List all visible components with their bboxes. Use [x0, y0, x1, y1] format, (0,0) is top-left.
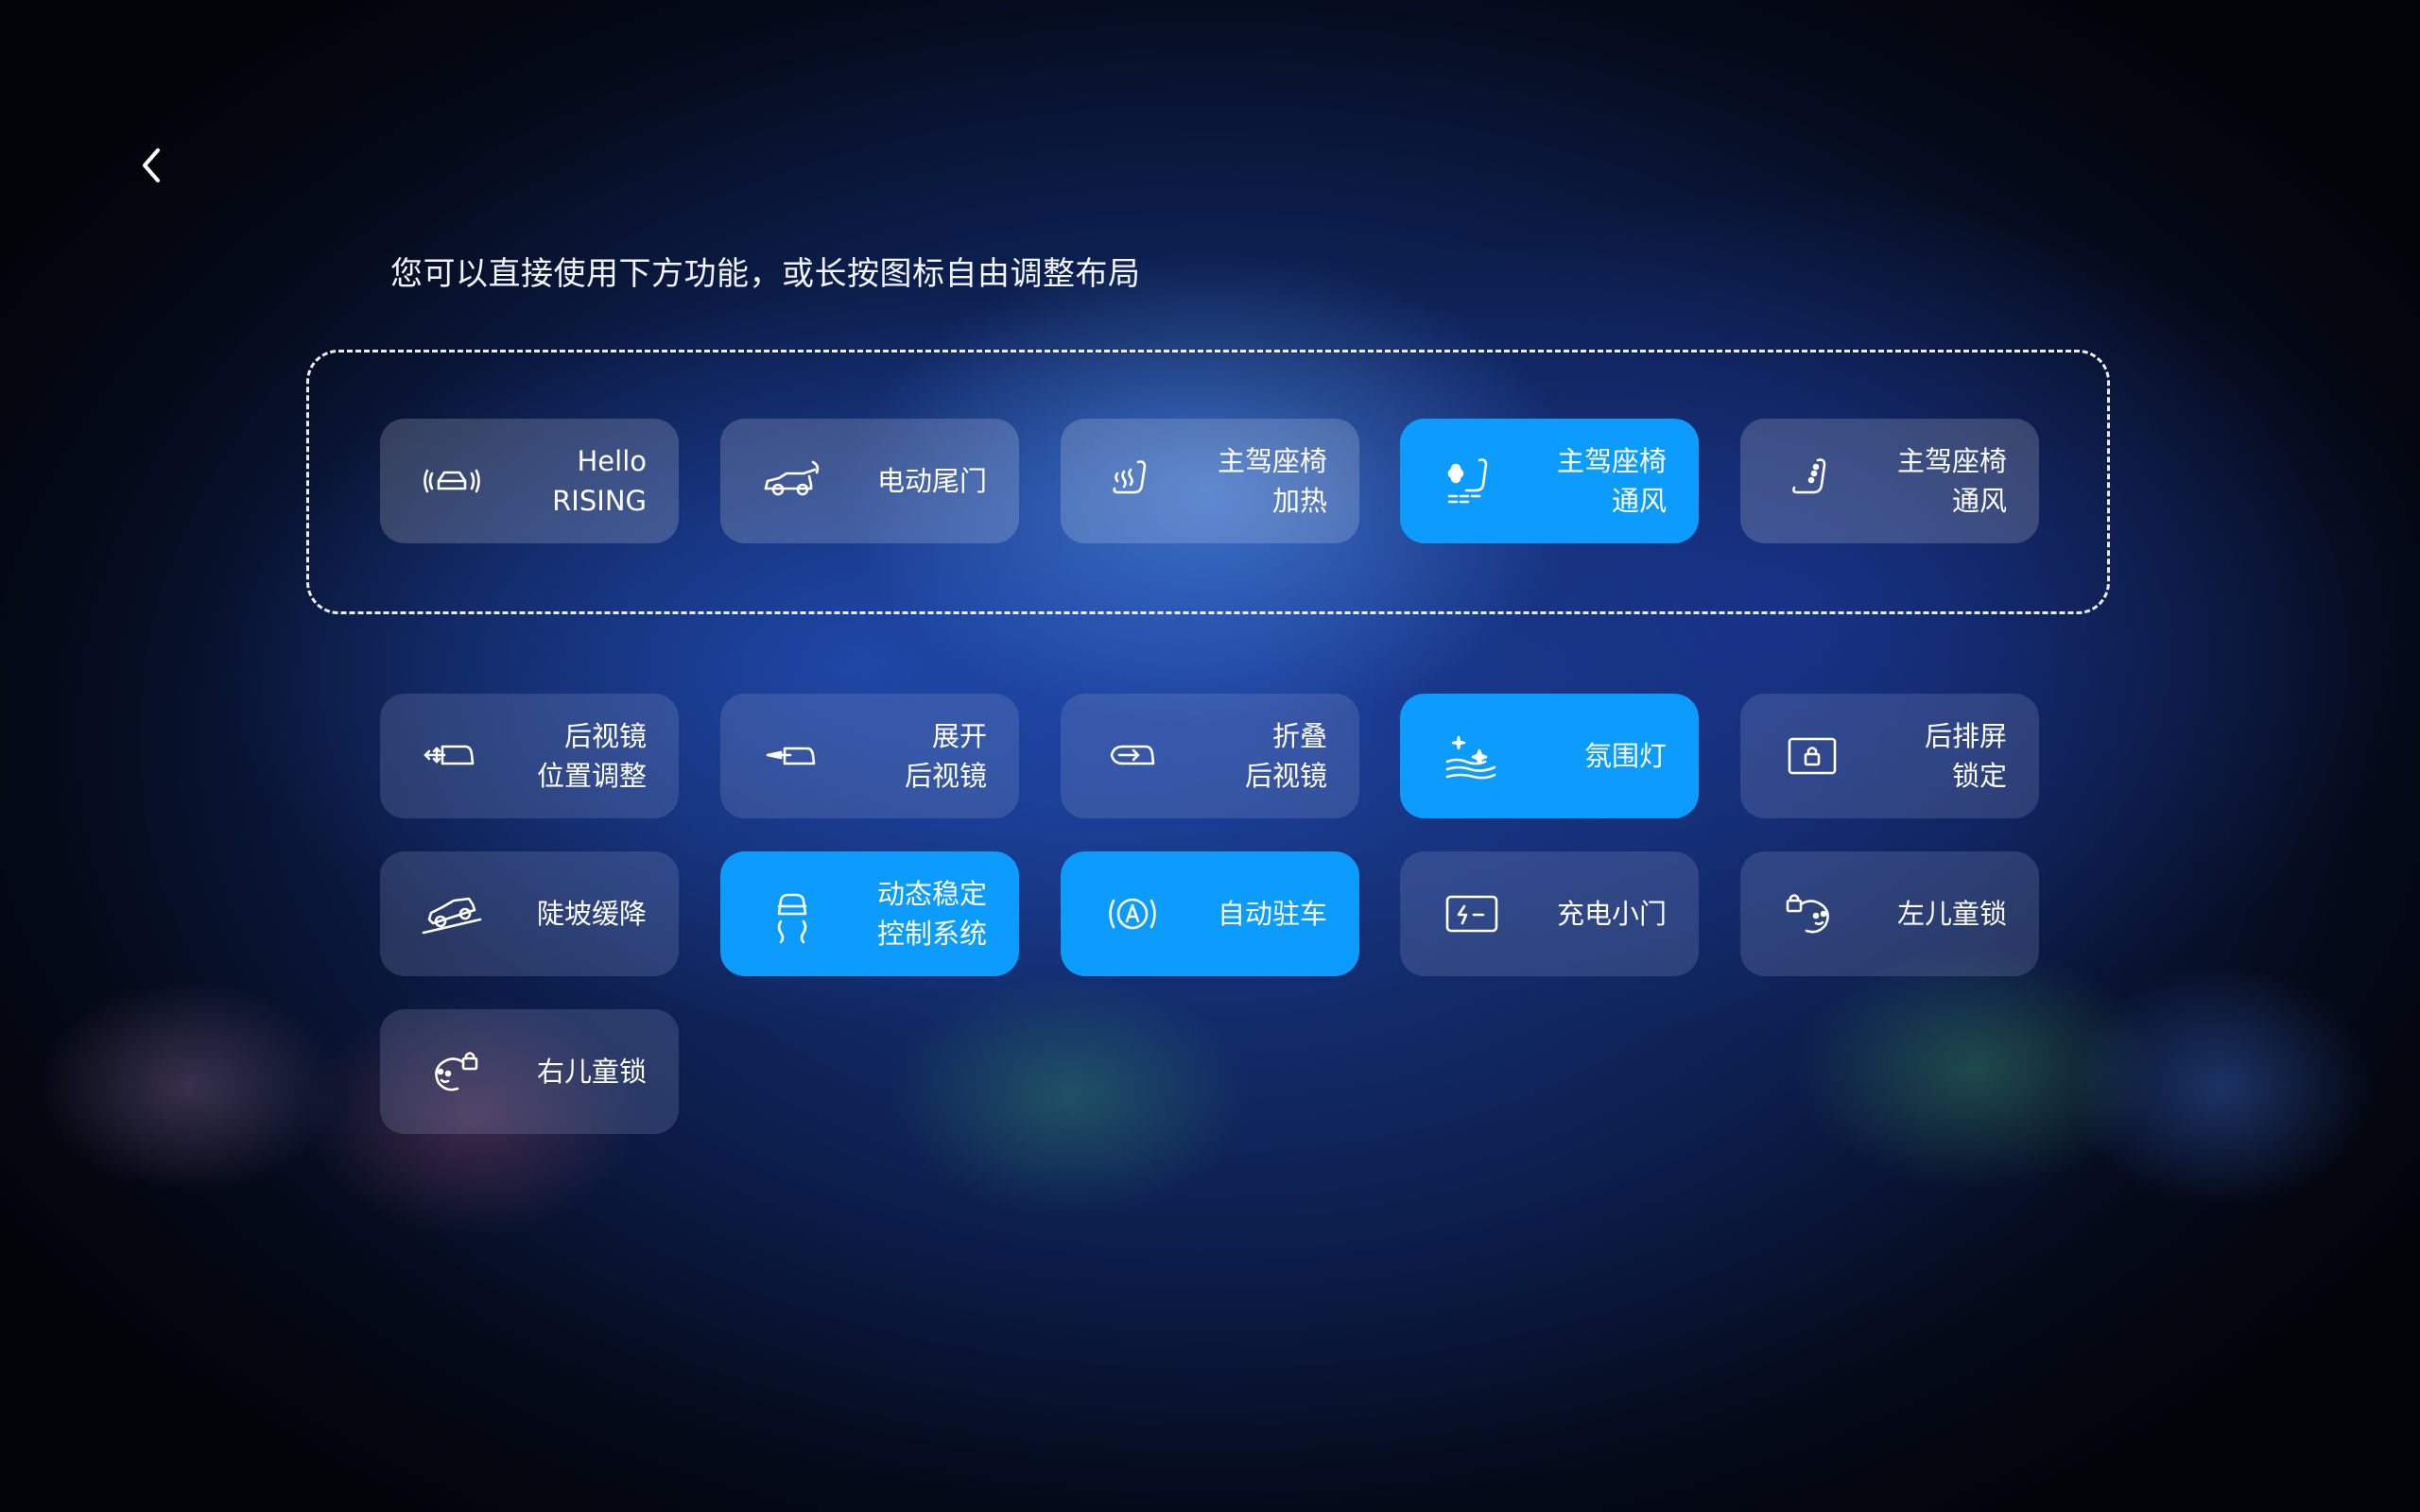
tile-left-child-lock[interactable]: 左儿童锁 — [1740, 851, 2039, 976]
mirror-fold-icon — [1100, 724, 1165, 788]
tile-label-line1: 动态稳定 — [876, 878, 987, 910]
ambient-light-icon — [1440, 724, 1504, 788]
tile-label-line2: 位置调整 — [536, 760, 647, 792]
tile-label-line1: 左儿童锁 — [1896, 898, 2007, 930]
tile-label-line1: 主驾座椅 — [1896, 445, 2007, 477]
rear-screen-lock-icon — [1780, 724, 1844, 788]
tile-label-line2: 通风 — [1951, 485, 2007, 517]
tile-label-line1: 主驾座椅 — [1217, 445, 1327, 477]
back-button[interactable] — [132, 142, 170, 189]
mirror-adjust-icon — [420, 724, 484, 788]
charge-port-icon — [1440, 882, 1504, 946]
mirror-unfold-icon — [760, 724, 824, 788]
tile-label-line1: 后视镜 — [563, 720, 647, 752]
tile-label-line1: 充电小门 — [1556, 898, 1667, 930]
tile-label-line2: 控制系统 — [876, 918, 987, 950]
tile-label-line2: 加热 — [1271, 485, 1327, 517]
stability-control-icon — [760, 882, 824, 946]
tile-label-line1: 电动尾门 — [876, 465, 987, 497]
tile-right-child-lock[interactable]: 右儿童锁 — [380, 1009, 679, 1134]
tile-mirror-unfold[interactable]: 展开后视镜 — [720, 694, 1019, 818]
tile-seat-ventilation[interactable]: 主驾座椅通风 — [1740, 419, 2039, 543]
tile-label-line1: 后排屏 — [1924, 720, 2007, 752]
tile-label-line2: 后视镜 — [1244, 760, 1327, 792]
auto-hold-icon — [1100, 882, 1165, 946]
tile-label-line1: 右儿童锁 — [536, 1056, 647, 1088]
tile-ambient-light[interactable]: 氛围灯 — [1400, 694, 1699, 818]
instruction-text: 您可以直接使用下方功能，或长按图标自由调整布局 — [390, 255, 1141, 293]
chevron-left-icon — [143, 148, 160, 182]
tile-charge-port[interactable]: 充电小门 — [1400, 851, 1699, 976]
tile-label-line1: 主驾座椅 — [1556, 445, 1667, 477]
tile-label-line1: 氛围灯 — [1583, 740, 1667, 772]
tile-label-line1: 自动驻车 — [1217, 898, 1327, 930]
tile-mirror-adjust[interactable]: 后视镜位置调整 — [380, 694, 679, 818]
seat-heating-icon — [1100, 449, 1165, 513]
tile-label-line2: 锁定 — [1951, 760, 2007, 792]
tile-hello-rising[interactable]: Hello RISING — [380, 419, 679, 543]
tile-mirror-fold[interactable]: 折叠后视镜 — [1061, 694, 1359, 818]
tile-auto-hold[interactable]: 自动驻车 — [1061, 851, 1359, 976]
seat-ventilation-icon — [1440, 449, 1504, 513]
tile-label-line1: 折叠 — [1271, 720, 1327, 752]
tile-label-line2: 后视镜 — [904, 760, 987, 792]
tile-power-tailgate[interactable]: 电动尾门 — [720, 419, 1019, 543]
tile-stability-control[interactable]: 动态稳定 控制系统 — [720, 851, 1019, 976]
tile-label-line1: Hello — [577, 445, 647, 477]
hello-rising-icon — [420, 449, 484, 513]
tile-label-line2: 通风 — [1611, 485, 1667, 517]
right-child-lock-icon — [420, 1040, 484, 1104]
tile-label-line1: 陡坡缓降 — [536, 898, 647, 930]
tile-label-line2: RISING — [552, 485, 647, 517]
tile-seat-ventilation-active[interactable]: 主驾座椅通风 — [1400, 419, 1699, 543]
tile-label-line1: 展开 — [931, 720, 987, 752]
hill-descent-icon — [420, 882, 484, 946]
power-tailgate-icon — [760, 449, 824, 513]
tile-hill-descent[interactable]: 陡坡缓降 — [380, 851, 679, 976]
left-child-lock-icon — [1780, 882, 1844, 946]
tile-rear-screen-lock[interactable]: 后排屏锁定 — [1740, 694, 2039, 818]
seat-ventilation-icon — [1780, 449, 1844, 513]
tile-seat-heating[interactable]: 主驾座椅加热 — [1061, 419, 1359, 543]
